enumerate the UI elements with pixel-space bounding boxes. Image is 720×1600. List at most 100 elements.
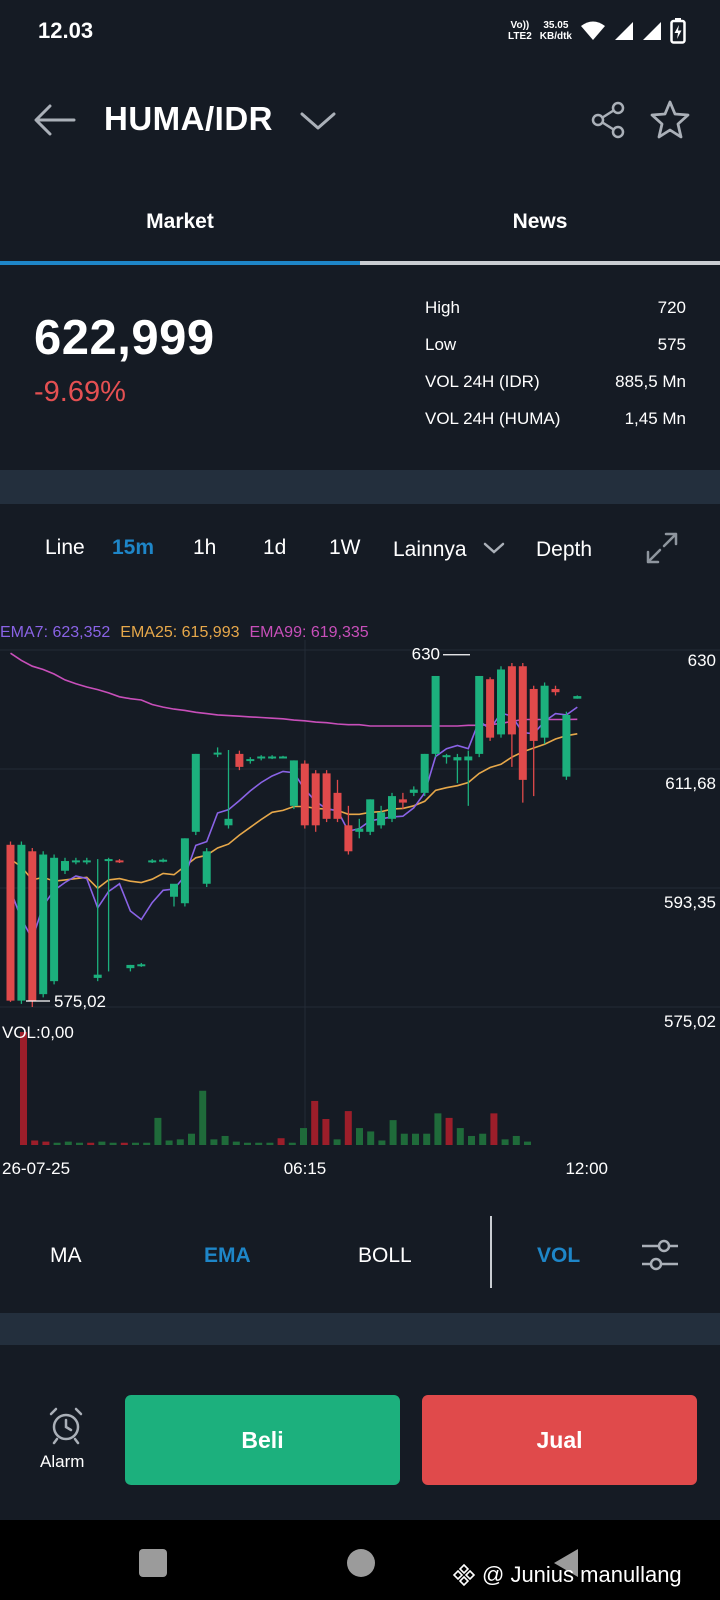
- volume-bar: [221, 1135, 229, 1145]
- y-axis-label: 575,02: [664, 1012, 716, 1031]
- share-icon[interactable]: [588, 100, 628, 140]
- candle-body: [453, 757, 462, 761]
- candle-body: [475, 675, 484, 754]
- candle-body: [28, 851, 37, 1001]
- volume-bar: [412, 1133, 419, 1145]
- stat-value-high: 720: [657, 298, 686, 317]
- candle-body: [213, 752, 222, 755]
- depth-tab[interactable]: Depth: [536, 538, 592, 562]
- back-arrow-icon[interactable]: [30, 100, 78, 140]
- candle-body: [257, 756, 266, 759]
- volume-bar: [277, 1138, 285, 1145]
- buy-button[interactable]: Beli: [125, 1395, 400, 1485]
- candle-body: [268, 756, 277, 759]
- chevron-down-icon[interactable]: [298, 108, 338, 134]
- candle-body: [159, 859, 168, 862]
- candle-body: [486, 679, 495, 738]
- interval-line[interactable]: Line: [45, 536, 85, 560]
- candlestick-chart[interactable]: 630 611,68 593,35 575,02 630 575,02 VOL:0,00 26…: [0, 640, 720, 1200]
- volume-bar: [188, 1133, 195, 1145]
- indicator-vol[interactable]: VOL: [537, 1244, 580, 1268]
- volume-bar: [120, 1142, 128, 1145]
- indicator-ma[interactable]: MA: [50, 1244, 82, 1268]
- pair-title[interactable]: HUMA/IDR: [104, 100, 273, 138]
- volume-bar: [132, 1142, 139, 1145]
- indicator-ema[interactable]: EMA: [204, 1244, 251, 1268]
- signal-icon: [615, 22, 633, 40]
- volume-bar: [344, 1111, 352, 1145]
- volume-bar: [176, 1139, 184, 1145]
- ema7-label: EMA7: 623,352: [0, 624, 111, 641]
- candle-body: [431, 675, 440, 754]
- ema7-line: [9, 706, 578, 942]
- indicator-boll[interactable]: BOLL: [358, 1244, 412, 1268]
- chevron-down-icon[interactable]: [482, 540, 506, 558]
- sell-button[interactable]: Jual: [422, 1395, 697, 1485]
- star-icon[interactable]: [648, 98, 692, 142]
- tab-market[interactable]: Market: [0, 192, 360, 262]
- ema25-line: [10, 733, 578, 890]
- x-axis-label: 26-07-25: [2, 1159, 70, 1178]
- candle-body: [311, 773, 320, 826]
- interval-1w[interactable]: 1W: [329, 536, 361, 560]
- wifi-icon: [581, 21, 605, 40]
- volume-bar: [244, 1142, 251, 1145]
- volume-bar: [87, 1142, 95, 1145]
- candle-body: [137, 964, 146, 967]
- candle-body: [377, 812, 386, 826]
- network-speed: 35.05 KB/dtk: [539, 20, 572, 42]
- volume-bar: [20, 1032, 27, 1145]
- stat-label-vol-idr: VOL 24H (IDR): [425, 372, 540, 391]
- candle-body: [322, 773, 331, 819]
- candle-body: [366, 799, 375, 832]
- candle-body: [115, 860, 124, 863]
- battery-charging-icon: [670, 18, 686, 44]
- ema99-label: EMA99: 619,335: [249, 624, 369, 641]
- alarm-label[interactable]: Alarm: [40, 1452, 84, 1472]
- stat-value-low: 575: [657, 335, 686, 354]
- candle-body: [344, 825, 353, 852]
- candle-body: [17, 844, 26, 1001]
- volume-bar: [378, 1140, 386, 1145]
- candle-body: [300, 763, 309, 826]
- volume-bar: [98, 1141, 106, 1145]
- volume-bar: [199, 1090, 207, 1145]
- volume-bar: [154, 1117, 162, 1145]
- candle-body: [93, 974, 102, 978]
- volume-bar: [423, 1133, 431, 1145]
- candle-body: [180, 838, 189, 904]
- section-divider: [0, 1313, 720, 1345]
- candle-body: [61, 861, 69, 871]
- volume-bar: [501, 1139, 509, 1145]
- volume-bar: [300, 1128, 307, 1145]
- candle-body: [442, 755, 451, 758]
- alarm-clock-icon[interactable]: [46, 1405, 86, 1445]
- interval-more[interactable]: Lainnya: [393, 538, 467, 562]
- volume-bar: [143, 1142, 151, 1145]
- volume-bar: [434, 1113, 442, 1145]
- interval-15m[interactable]: 15m: [112, 536, 154, 560]
- settings-sliders-icon[interactable]: [640, 1238, 680, 1272]
- candle-body: [355, 828, 364, 832]
- volte-indicator: Vo)) LTE2: [508, 20, 532, 42]
- watermark-text: @ Junius manullang: [482, 1562, 682, 1587]
- volume-bar: [165, 1140, 173, 1145]
- home-button[interactable]: [347, 1549, 375, 1577]
- interval-1d[interactable]: 1d: [263, 536, 286, 560]
- candle-body: [82, 860, 91, 863]
- candle-body: [507, 666, 516, 735]
- tab-news[interactable]: News: [360, 192, 720, 262]
- y-axis-label: 630: [688, 651, 716, 670]
- candle-body: [420, 753, 429, 793]
- fullscreen-icon[interactable]: [644, 530, 680, 566]
- volume-bar: [468, 1135, 475, 1145]
- candle-body: [562, 714, 571, 777]
- interval-1h[interactable]: 1h: [193, 536, 216, 560]
- candle-body: [529, 688, 538, 741]
- candle-body: [464, 756, 473, 761]
- x-axis-label: 06:15: [284, 1159, 327, 1178]
- volume-bar: [288, 1142, 296, 1145]
- candle-body: [148, 860, 157, 863]
- candle-body: [191, 753, 200, 832]
- recent-apps-button[interactable]: [139, 1549, 167, 1577]
